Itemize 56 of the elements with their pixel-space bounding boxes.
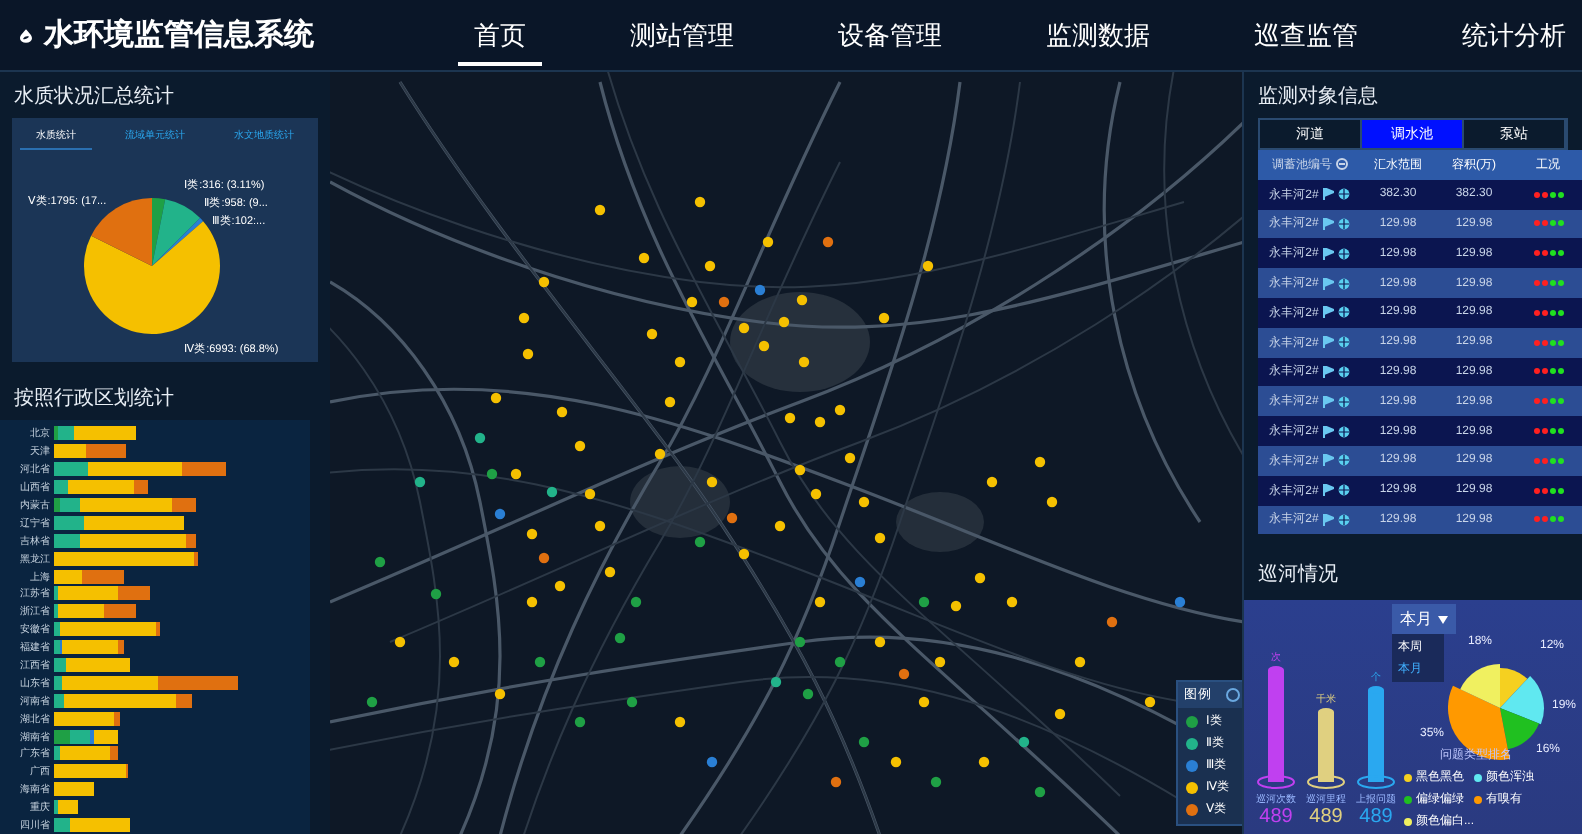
panel-title: 巡河情况	[1256, 561, 1340, 591]
nav-tab[interactable]: 统计分析	[1446, 5, 1582, 65]
nav-tab[interactable]: 设备管理	[822, 5, 958, 65]
nav-tab[interactable]: 首页	[458, 5, 542, 65]
stacked-bar	[54, 711, 120, 726]
nav-tab[interactable]: 巡查监管	[1238, 5, 1374, 65]
collapse-icon[interactable]	[1336, 158, 1348, 171]
stacked-bar	[54, 800, 78, 815]
flag-icon[interactable]	[1322, 513, 1335, 526]
globe-icon[interactable]	[1338, 395, 1351, 408]
flag-icon[interactable]	[1322, 365, 1335, 378]
globe-icon[interactable]	[1338, 306, 1351, 319]
flag-icon[interactable]	[1322, 306, 1335, 319]
stacked-bar	[54, 818, 130, 833]
globe-icon[interactable]	[1338, 365, 1351, 378]
globe-icon[interactable]	[1338, 277, 1351, 290]
flag-icon[interactable]	[1322, 188, 1335, 201]
stat-value: 489	[1359, 806, 1393, 828]
stacked-bar	[54, 693, 192, 708]
stacked-bar	[54, 426, 136, 441]
flag-icon[interactable]	[1322, 336, 1335, 349]
globe-icon[interactable]	[1338, 425, 1351, 438]
stacked-bar	[54, 764, 128, 779]
globe-icon[interactable]	[1338, 247, 1351, 260]
nav-tab[interactable]: 监测数据	[1030, 5, 1166, 65]
pie-chart-drawing	[82, 196, 222, 336]
app-title: 水环境监管信息系统	[44, 16, 314, 54]
flag-icon[interactable]	[1322, 425, 1335, 438]
flag-icon[interactable]	[1322, 484, 1335, 497]
globe-icon[interactable]	[1338, 217, 1351, 230]
stacked-bar	[54, 782, 94, 797]
stacked-bar	[54, 444, 126, 459]
stacked-bar	[54, 551, 198, 566]
flag-icon[interactable]	[1322, 217, 1335, 230]
flag-icon[interactable]	[1322, 247, 1335, 260]
stacked-bar	[54, 480, 148, 495]
stat-value: 489	[1259, 806, 1293, 828]
panel-title: 水质状况汇总统计	[12, 83, 176, 112]
globe-icon[interactable]	[1338, 336, 1351, 349]
stacked-bar	[54, 533, 196, 548]
globe-icon[interactable]	[1338, 188, 1351, 201]
nav-tab[interactable]: 测站管理	[614, 5, 750, 65]
stacked-bar	[54, 604, 136, 619]
globe-icon[interactable]	[1338, 513, 1351, 526]
panel-title: 监测对象信息	[1256, 83, 1380, 112]
globe-icon[interactable]	[1338, 454, 1351, 467]
flag-icon[interactable]	[1322, 454, 1335, 467]
caret-icon[interactable]	[1438, 615, 1448, 624]
stacked-bar	[54, 640, 124, 655]
globe-icon[interactable]	[1338, 484, 1351, 497]
stacked-bar	[54, 622, 160, 637]
panel-title: 按照行政区划统计	[12, 385, 176, 414]
stat-value: 489	[1309, 806, 1343, 828]
circle-icon	[1226, 688, 1240, 702]
flag-icon[interactable]	[1322, 277, 1335, 290]
flag-icon[interactable]	[1322, 395, 1335, 408]
